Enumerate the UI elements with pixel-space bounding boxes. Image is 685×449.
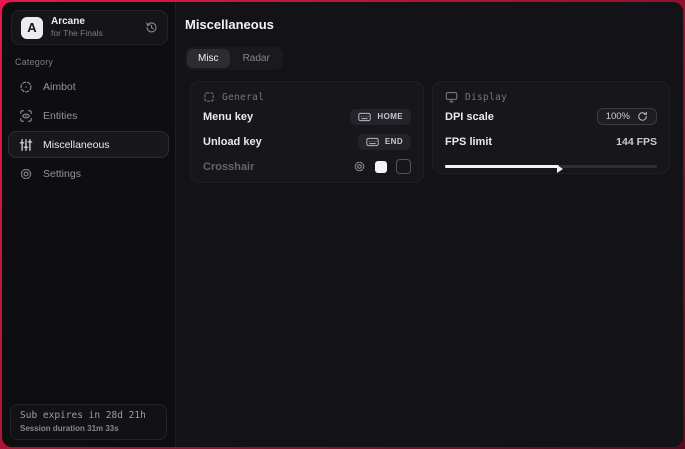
general-card-title: General xyxy=(222,92,264,103)
refresh-icon xyxy=(637,111,648,122)
sidebar-item-label: Miscellaneous xyxy=(43,139,110,151)
crosshair-label: Crosshair xyxy=(203,161,254,173)
sidebar-item-label: Entities xyxy=(43,110,77,122)
menu-key-bind-button[interactable]: HOME xyxy=(350,109,411,125)
dpi-scale-button[interactable]: 100% xyxy=(597,108,657,125)
unload-key-row: Unload key END xyxy=(203,130,411,153)
tabbar: Misc Radar xyxy=(185,47,283,70)
sidebar-item-aimbot[interactable]: Aimbot xyxy=(8,73,169,100)
menu-key-row: Menu key HOME xyxy=(203,105,411,128)
menu-key-label: Menu key xyxy=(203,111,253,123)
dpi-scale-label: DPI scale xyxy=(445,111,494,123)
crosshair-checkbox[interactable] xyxy=(396,159,411,174)
sub-expires-text: Sub expires in 28d 21h xyxy=(20,410,157,421)
slider-thumb[interactable] xyxy=(557,165,563,173)
category-label: Category xyxy=(15,57,53,67)
clock-history-icon[interactable] xyxy=(145,21,158,34)
crosshair-row: Crosshair xyxy=(203,155,411,178)
fps-limit-label: FPS limit xyxy=(445,136,492,148)
session-duration-text: Session duration 31m 33s xyxy=(20,424,157,433)
app-name: Arcane xyxy=(51,16,103,28)
keyboard-icon xyxy=(358,112,371,122)
dpi-scale-value: 100% xyxy=(606,111,630,122)
unload-key-value: END xyxy=(385,137,403,146)
app-logo: A xyxy=(21,17,43,39)
gear-icon xyxy=(19,167,33,181)
crosshair-settings-gear-icon[interactable] xyxy=(353,160,366,173)
monitor-icon xyxy=(445,91,458,103)
crosshair-controls xyxy=(353,159,411,174)
sidebar-item-label: Aimbot xyxy=(43,81,76,93)
sidebar-item-miscellaneous[interactable]: Miscellaneous xyxy=(8,131,169,158)
display-card: Display DPI scale 100% FPS limit 144 FPS xyxy=(432,81,670,174)
tab-misc[interactable]: Misc xyxy=(187,49,230,68)
slider-fill xyxy=(445,165,559,168)
tab-radar[interactable]: Radar xyxy=(232,49,281,68)
general-card-header: General xyxy=(203,91,411,103)
fps-limit-value: 144 FPS xyxy=(616,136,657,148)
sidebar-item-entities[interactable]: Entities xyxy=(8,102,169,129)
grid-icon xyxy=(203,91,215,103)
main-panel: Miscellaneous Misc Radar General Menu ke… xyxy=(176,2,683,447)
display-card-title: Display xyxy=(465,92,507,103)
app-subtitle: for The Finals xyxy=(51,29,103,39)
display-card-header: Display xyxy=(445,91,657,103)
subscription-card: Sub expires in 28d 21h Session duration … xyxy=(10,404,167,440)
crosshair-color-swatch[interactable] xyxy=(375,161,387,173)
page-title: Miscellaneous xyxy=(185,17,274,32)
sidebar-item-label: Settings xyxy=(43,168,81,180)
scan-eye-icon xyxy=(19,109,33,123)
sidebar-item-settings[interactable]: Settings xyxy=(8,160,169,187)
app-window: A Arcane for The Finals Category xyxy=(2,2,683,447)
unload-key-bind-button[interactable]: END xyxy=(358,134,411,150)
dpi-scale-row: DPI scale 100% xyxy=(445,105,657,128)
keyboard-icon xyxy=(366,137,379,147)
profile-card: A Arcane for The Finals xyxy=(11,10,168,45)
fps-limit-row: FPS limit 144 FPS xyxy=(445,130,657,153)
sliders-icon xyxy=(19,138,33,152)
sidebar-nav: Aimbot Entities xyxy=(8,73,169,189)
crosshair-icon xyxy=(19,80,33,94)
menu-key-value: HOME xyxy=(377,112,403,121)
unload-key-label: Unload key xyxy=(203,136,262,148)
sidebar: A Arcane for The Finals Category xyxy=(2,2,176,447)
profile-text: Arcane for The Finals xyxy=(51,16,103,38)
general-card: General Menu key HOME Unload key xyxy=(190,81,424,183)
fps-limit-slider[interactable] xyxy=(445,162,657,170)
